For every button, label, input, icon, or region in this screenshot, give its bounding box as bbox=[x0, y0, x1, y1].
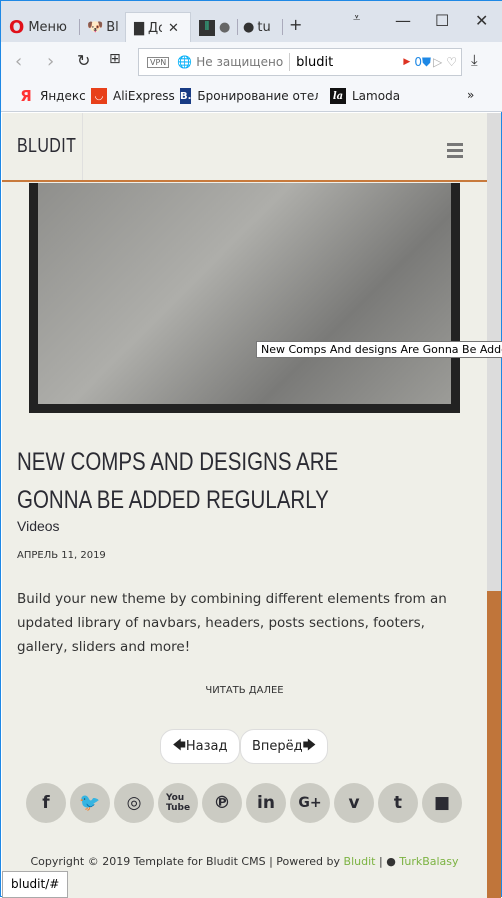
post-date: АПРЕЛЬ 11, 2019 bbox=[17, 550, 106, 561]
maximize-button[interactable]: ☐ bbox=[435, 11, 449, 30]
github-icon: ● bbox=[386, 855, 396, 868]
footer-copyright: Copyright © 2019 Template for Bludit CMS… bbox=[30, 855, 459, 868]
tab-github[interactable]: ● tu bbox=[243, 13, 271, 42]
tab-menu-icon[interactable]: ⩡ bbox=[353, 11, 360, 26]
facebook-icon[interactable]: f bbox=[26, 783, 66, 823]
pinterest-icon[interactable]: ℗ bbox=[202, 783, 242, 823]
next-button[interactable]: Вперёд 🡆 bbox=[240, 729, 328, 764]
security-status[interactable]: Не защищено bbox=[196, 55, 283, 69]
site-logo[interactable]: BLUDIT bbox=[11, 113, 83, 180]
tab-bar: OМеню 🐶Bl ▇До✕ ǁ● ●tu + ⩡ — ☐ ✕ bbox=[1, 1, 502, 43]
heart-icon[interactable]: ♡ bbox=[446, 55, 457, 69]
bookmark-lamoda[interactable]: la Lamoda bbox=[330, 88, 400, 104]
social-links: f 🐦 ◎ You Tube ℗ in G+ v t ■ bbox=[26, 783, 462, 823]
author-link[interactable]: TurkBalasy bbox=[399, 855, 458, 868]
opera-menu[interactable]: O Меню bbox=[9, 13, 67, 42]
google-plus-icon[interactable]: G+ bbox=[290, 783, 330, 823]
bookmark-booking[interactable]: B. Бронирование отеле bbox=[180, 88, 318, 104]
reload-button[interactable]: ↻ bbox=[77, 51, 90, 70]
post-title[interactable]: NEW COMPS AND DESIGNS ARE GONNA BE ADDED… bbox=[17, 443, 394, 519]
lamoda-icon: la bbox=[330, 88, 346, 104]
vpn-badge[interactable]: VPN bbox=[147, 56, 170, 68]
arrow-left-icon: 🡄 bbox=[172, 737, 186, 753]
tumblr-icon[interactable]: t bbox=[378, 783, 418, 823]
notification-dot-icon: ● bbox=[219, 20, 231, 35]
shield-icon[interactable]: ⛊ bbox=[422, 55, 431, 70]
send-icon[interactable]: ▷ bbox=[433, 55, 442, 69]
status-url: bludit/# bbox=[2, 871, 69, 898]
download-icon[interactable]: ⤓ bbox=[471, 51, 478, 69]
web-page: BLUDIT NEW COMPS AND DESIGNS ARE GONNA B… bbox=[2, 113, 487, 898]
bookmarks-bar: Я Яндекс ◡ AliExpress B. Бронирование отеле… bbox=[1, 82, 502, 112]
scrollbar-thumb[interactable] bbox=[487, 591, 501, 898]
post-excerpt: Build your new theme by combining differ… bbox=[17, 591, 447, 655]
prev-button[interactable]: 🡄 Назад bbox=[160, 729, 240, 764]
dog-icon: 🐶 bbox=[87, 20, 104, 35]
forward-button[interactable]: › bbox=[47, 51, 54, 72]
tab-active[interactable]: ▇До✕ bbox=[125, 12, 191, 43]
bookmark-aliexpress[interactable]: ◡ AliExpress bbox=[91, 88, 175, 104]
bookmark-yandex[interactable]: Я Яндекс bbox=[18, 87, 86, 105]
app-icon: ǁ bbox=[199, 19, 215, 36]
minimize-button[interactable]: — bbox=[395, 11, 411, 30]
new-tab-button[interactable]: + bbox=[289, 15, 302, 34]
more-bookmarks-button[interactable]: » bbox=[467, 88, 474, 102]
bludit-link[interactable]: Bludit bbox=[344, 855, 376, 868]
instagram-icon[interactable]: ◎ bbox=[114, 783, 154, 823]
speed-dial-icon[interactable]: ⊞ bbox=[109, 51, 121, 67]
tab-bludit[interactable]: 🐶 Bl bbox=[87, 13, 123, 42]
flickr-icon[interactable]: ■ bbox=[422, 783, 462, 823]
twitter-icon[interactable]: 🐦 bbox=[70, 783, 110, 823]
close-window-button[interactable]: ✕ bbox=[475, 11, 488, 30]
youtube-icon[interactable]: ▶ bbox=[403, 57, 410, 67]
linkedin-icon[interactable]: in bbox=[246, 783, 286, 823]
vimeo-icon[interactable]: v bbox=[334, 783, 374, 823]
url-text[interactable]: bludit bbox=[296, 55, 403, 70]
site-header: BLUDIT bbox=[2, 113, 487, 182]
menu-icon[interactable] bbox=[447, 143, 463, 161]
adblock-count[interactable]: 0 bbox=[414, 55, 422, 69]
booking-icon: B. bbox=[180, 88, 192, 104]
github-icon: ● bbox=[243, 20, 255, 35]
document-icon: ▇ bbox=[134, 20, 144, 36]
aliexpress-icon: ◡ bbox=[91, 88, 107, 104]
back-button[interactable]: ‹ bbox=[15, 51, 22, 72]
post-category[interactable]: Videos bbox=[17, 518, 60, 534]
close-tab-icon[interactable]: ✕ bbox=[168, 21, 179, 36]
scrollbar[interactable] bbox=[487, 113, 501, 898]
opera-icon: O bbox=[9, 17, 25, 38]
address-field[interactable]: VPN 🌐 Не защищено bludit ▶ 0 ⛊ ▷ ♡ bbox=[138, 48, 462, 76]
arrow-right-icon: 🡆 bbox=[302, 737, 317, 753]
read-more-link[interactable]: ЧИТАТЬ ДАЛЕЕ bbox=[2, 685, 487, 696]
tab-app[interactable]: ǁ ● bbox=[199, 13, 230, 42]
post-image[interactable] bbox=[29, 183, 460, 413]
image-tooltip: New Comps And designs Are Gonna Be Added bbox=[256, 341, 502, 358]
youtube-icon[interactable]: You Tube bbox=[158, 783, 198, 823]
yandex-icon: Я bbox=[20, 87, 32, 105]
globe-icon: 🌐 bbox=[177, 55, 193, 69]
